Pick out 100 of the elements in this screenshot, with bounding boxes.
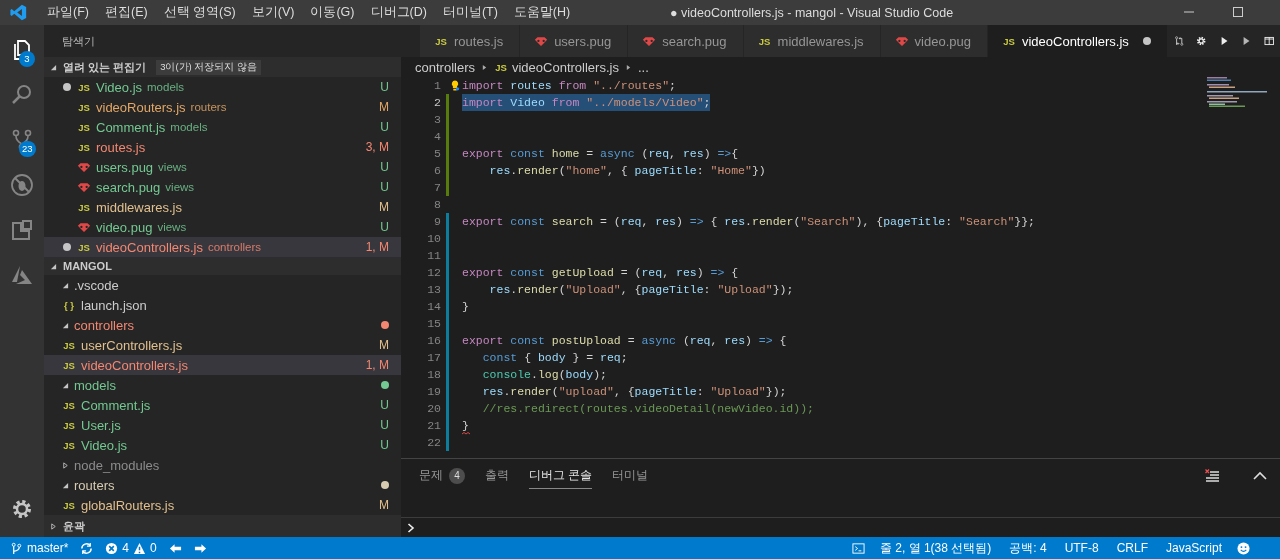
section-header[interactable]: 열려 있는 편집기 3이(가) 저장되지 않음 [44,57,401,77]
file-name: Video.js [81,437,127,453]
line-number: 11 [426,249,441,262]
editor-tab[interactable]: search.pug [628,25,744,57]
unsaved-badge: 3이(가) 저장되지 않음 [156,59,261,75]
file-name: Video.js [96,79,142,95]
file-item[interactable]: { } launch.json [44,295,401,315]
git-status: 1, M [365,240,389,254]
code-line: res.render("upload", {pageTitle: "Upload"}); [481,384,787,400]
open-editor-item[interactable]: JS videoRouters.js routers M [44,97,401,117]
language-mode[interactable]: JavaScript [1162,541,1225,555]
file-type-icon: JS [77,101,91,113]
open-editor-item[interactable]: JS Comment.js models U [44,117,401,137]
line-number: 8 [433,198,441,211]
open-editor-item[interactable]: JS videoControllers.js controllers 1, M [44,237,401,257]
problems-indicator[interactable]: 4 0 [105,541,157,555]
file-item[interactable]: JS User.js U [44,415,401,435]
breadcrumb-item[interactable]: controllers [415,59,475,75]
open-editor-item[interactable]: JS middlewares.js M [44,197,401,217]
folder-name[interactable]: controllers [74,317,134,333]
file-item[interactable]: JS globalRouters.js M [44,495,401,515]
file-item[interactable]: JS Video.js U [44,435,401,455]
folder-hint: views [165,181,195,193]
window-title: ● videoControllers.js - mangol - Visual Studio Code [670,5,954,20]
folder-hint: models [170,121,208,133]
folder-name[interactable]: .vscode [74,277,119,293]
line-number: 4 [433,130,441,143]
menu-item[interactable]: 터미널(T) [434,4,506,21]
line-number: 14 [426,300,441,313]
menu-item[interactable]: 도움말(H) [505,4,579,21]
file-type-icon: JS [62,359,76,371]
folder-name[interactable]: models [74,377,116,393]
file-type-icon: JS [1001,35,1016,47]
line-ending[interactable]: CRLF [1113,541,1151,555]
file-item[interactable]: JS videoControllers.js 1, M [44,355,401,375]
git-status: U [380,418,389,432]
menu-item[interactable]: 이동(G) [302,4,363,21]
sidebar-title: 탐색기 [61,34,96,49]
git-status: M [379,498,389,512]
cursor-position[interactable]: 줄 2, 열 1(38 선택됨) [876,539,995,557]
folder-hint: controllers [207,241,261,253]
line-number: 16 [426,334,441,347]
menu-item[interactable]: 보기(V) [243,4,303,21]
open-editor-item[interactable]: JS Video.js models U [44,77,401,97]
line-number: 19 [426,385,441,398]
section-header[interactable]: 윤곽 [44,515,401,537]
line-number: 1 [433,79,441,92]
menu-item[interactable]: 선택 영역(S) [155,4,244,21]
file-item[interactable]: JS userControllers.js M [44,335,401,355]
panel-tab[interactable]: 출력 [485,463,509,489]
code-line: } [462,299,469,315]
line-number: 6 [433,164,441,177]
git-status: M [379,100,389,114]
file-name: videoControllers.js [96,239,203,255]
line-number: 2 [433,96,441,109]
file-name: video.pug [96,219,153,235]
encoding[interactable]: UTF-8 [1061,541,1102,555]
code-line: const { body } = req; [481,350,628,366]
folder-name[interactable]: routers [74,477,115,493]
git-status: 1, M [365,358,389,372]
panel-tab[interactable]: 터미널 [612,463,649,489]
editor-tab[interactable]: JS videoControllers.js [987,25,1168,57]
breadcrumb-item[interactable]: ... [637,59,649,75]
panel-tab[interactable]: 문제 4 [419,462,465,490]
open-editor-item[interactable]: users.pug views U [44,157,401,177]
file-type-icon: JS [77,121,91,133]
git-status: U [380,220,389,234]
editor-tab[interactable]: JS routes.js [420,25,521,57]
open-editor-item[interactable]: video.pug views U [44,217,401,237]
file-item[interactable]: JS Comment.js U [44,395,401,415]
menu-item[interactable]: 파일(F) [39,4,97,21]
git-status: U [380,398,389,412]
indentation[interactable]: 공백: 4 [1006,539,1050,557]
section-title: MANGOL [63,260,112,272]
breadcrumb-item[interactable]: videoControllers.js [511,59,619,75]
code-line: } [462,418,469,434]
file-type-icon: JS [62,499,76,511]
file-type-icon: { } [62,299,76,311]
line-number: 5 [433,147,441,160]
branch-indicator[interactable]: master* [10,541,69,555]
file-type-icon: JS [62,339,76,351]
file-type-icon: JS [77,201,91,213]
git-status: U [380,180,389,194]
section-header[interactable]: MANGOL [44,257,401,275]
file-name: videoControllers.js [81,357,188,373]
line-number: 17 [426,351,441,364]
folder-hint: views [158,161,187,173]
editor-tab[interactable]: video.pug [880,25,988,57]
editor-tab[interactable]: users.pug [520,25,629,57]
editor-tab[interactable]: JS middlewares.js [743,25,881,57]
folder-name[interactable]: node_modules [74,457,160,473]
open-editor-item[interactable]: JS routes.js 3, M [44,137,401,157]
open-editor-item[interactable]: search.pug views U [44,177,401,197]
file-name: users.pug [96,159,154,175]
menu-item[interactable]: 편집(E) [96,4,156,21]
panel-tab[interactable]: 디버그 콘솔 [529,463,593,489]
section-title: 열려 있는 편집기 [63,59,147,75]
git-status: U [380,438,389,452]
branch-name: master* [27,541,69,555]
menu-item[interactable]: 디버그(D) [362,4,435,21]
